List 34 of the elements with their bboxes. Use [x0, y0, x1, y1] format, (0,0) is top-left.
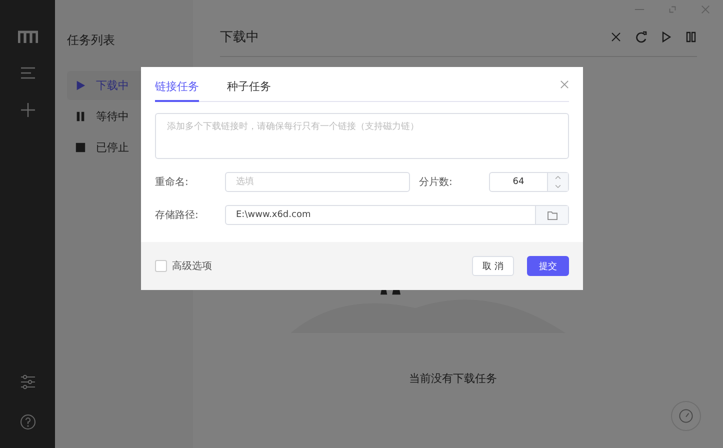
field-label: 分片数:	[419, 176, 454, 189]
add-icon[interactable]	[20, 102, 36, 118]
refresh-icon[interactable]	[635, 31, 647, 43]
path-field[interactable]: E:\www.x6d.com	[225, 205, 569, 225]
submit-button[interactable]: 提交	[527, 256, 569, 276]
tab[interactable]: 链接任务	[155, 79, 199, 102]
play-icon	[75, 80, 86, 91]
speedometer-button[interactable]	[671, 401, 701, 431]
settings-icon[interactable]	[20, 374, 36, 390]
close-icon[interactable]	[560, 80, 569, 89]
rename-field[interactable]: 选填	[225, 172, 410, 192]
folder-icon[interactable]	[535, 206, 568, 224]
tab[interactable]: 种子任务	[227, 79, 271, 102]
split-count-field[interactable]: 64	[489, 172, 569, 192]
cancel-button[interactable]: 取 消	[472, 256, 514, 276]
page-title: 下载中	[220, 29, 259, 46]
chevron-up-icon[interactable]	[554, 174, 562, 182]
checkbox[interactable]	[155, 260, 167, 272]
logo-icon[interactable]	[18, 30, 38, 44]
checkbox-label: 高级选项	[172, 260, 212, 273]
pause-icon	[75, 111, 86, 122]
pause-icon[interactable]	[685, 31, 697, 43]
maximize-icon[interactable]	[667, 4, 678, 15]
play-icon[interactable]	[660, 31, 672, 43]
field-label: 重命名:	[155, 176, 190, 189]
close-icon[interactable]	[610, 31, 622, 43]
panel-title: 任务列表	[67, 32, 116, 49]
stop-icon	[75, 142, 86, 153]
field-label: 存储路径:	[155, 208, 200, 222]
menu-icon[interactable]	[20, 66, 36, 80]
gauge-icon	[677, 407, 695, 425]
empty-message: 当前没有下载任务	[409, 371, 497, 386]
help-icon[interactable]	[20, 414, 36, 430]
chevron-down-icon[interactable]	[554, 182, 562, 190]
